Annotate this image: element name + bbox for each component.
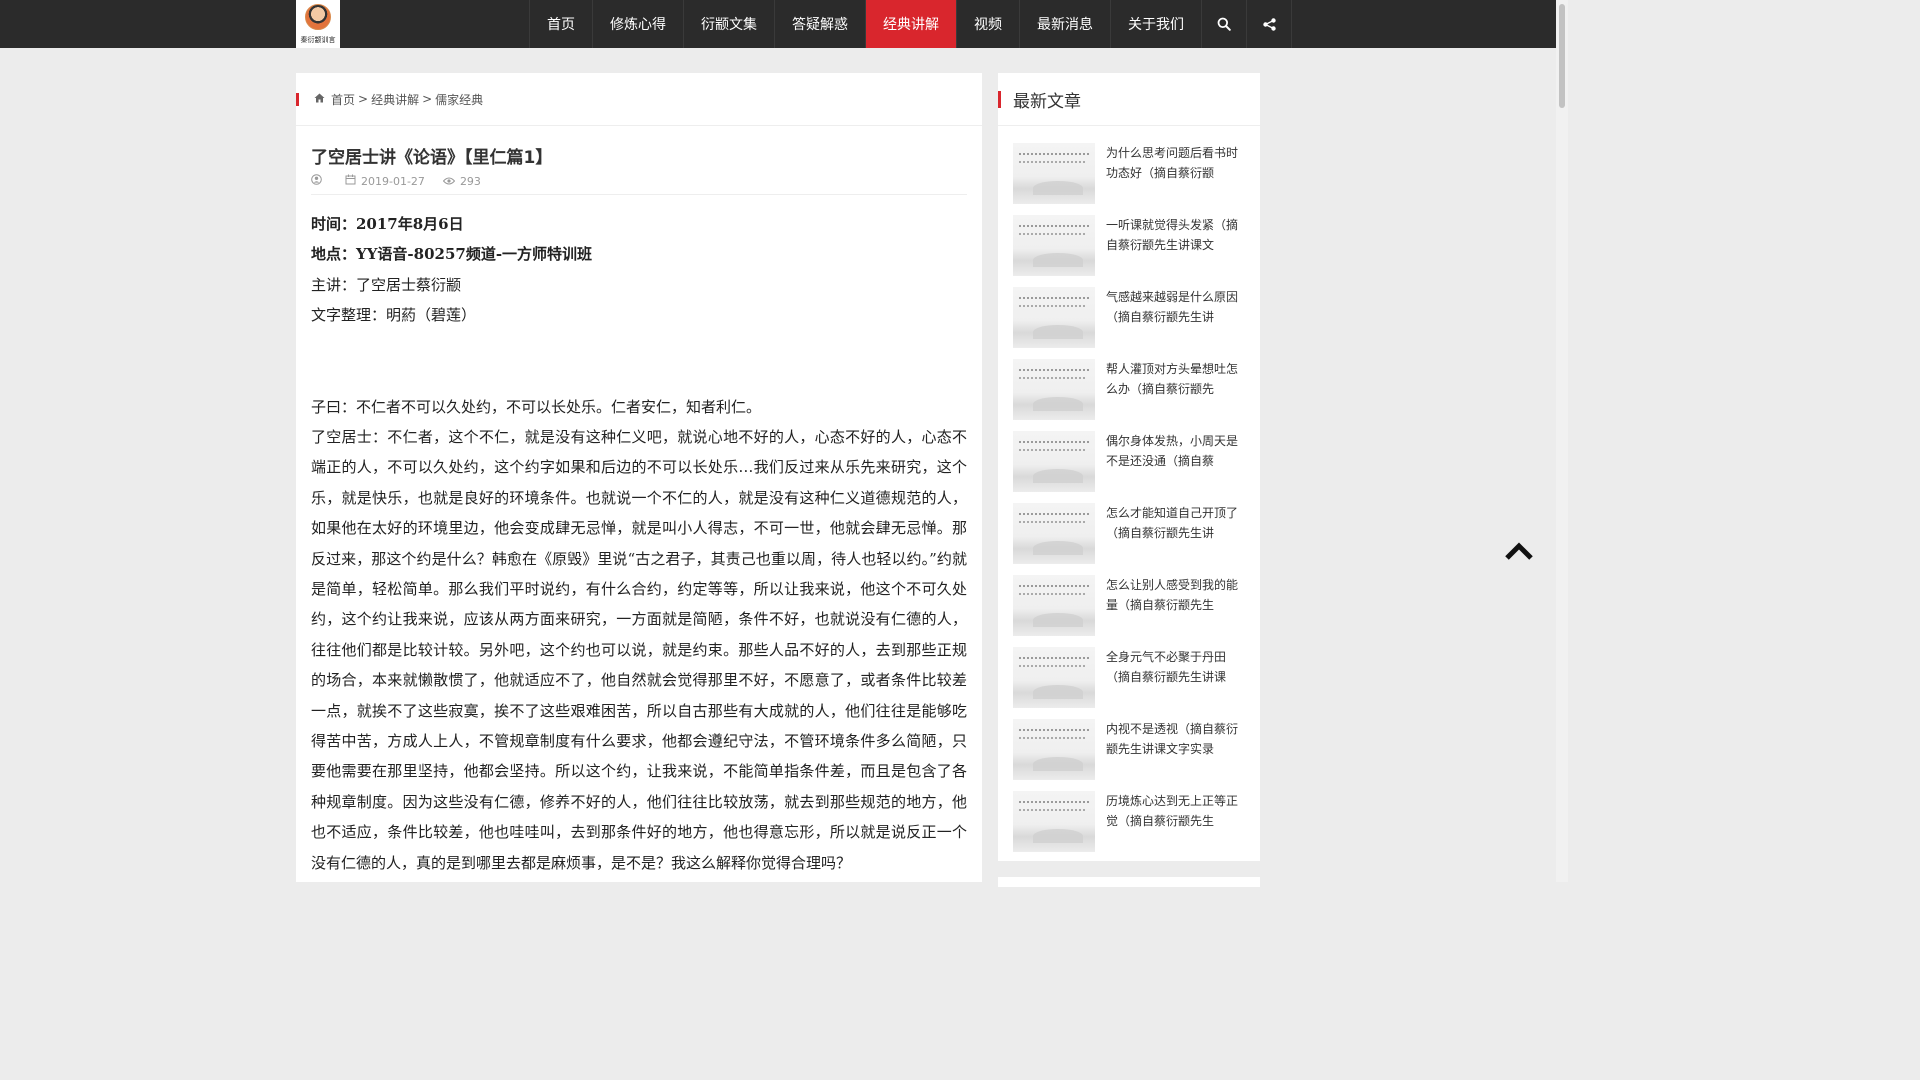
meta-divider [311,194,967,195]
sidebar-heading: 最新文章 [998,73,1260,126]
article-meta: 2019-01-27 293 [311,174,499,188]
latest-article-item[interactable]: 全身元气不必聚于丹田（摘自蔡衍颛先生讲课 [1013,647,1247,719]
nav-item-about[interactable]: 关于我们 [1111,0,1202,48]
main-nav: 首页 修炼心得 衍颛文集 答疑解惑 经典讲解 视频 最新消息 关于我们 [529,0,1292,48]
nav-item-classics[interactable]: 经典讲解 [866,0,957,48]
latest-article-item[interactable]: 历境炼心达到无上正等正觉（摘自蔡衍颛先生 [1013,791,1247,863]
article-views: 293 [459,174,481,188]
share-button[interactable] [1247,0,1292,48]
latest-article-item[interactable]: 为什么思考问题后看书时功态好（摘自蔡衍颛 [1013,143,1247,215]
page-scrollbar[interactable] [1556,0,1568,882]
breadcrumb-home[interactable]: 首页 [331,91,355,108]
views-meta: 293 [442,174,481,188]
commentary-paragraph: 了空居士：不仁者，这个不仁，就是没有这种仁义吧，就说心地不好的人，心态不好的人，… [311,427,967,872]
article-title: 了空居士讲《论语》【里仁篇1】 [311,148,553,168]
latest-article-title[interactable]: 气感越来越弱是什么原因（摘自蔡衍颛先生讲 [1106,288,1247,327]
logo-portrait [305,4,331,30]
breadcrumb-section[interactable]: 经典讲解 [371,91,419,108]
nav-item-video[interactable]: 视频 [957,0,1020,48]
article-body: 时间：2017年8月6日 地点：YY语音-80257频道-一方师特训班 主讲：了… [311,209,967,878]
article-thumbnail[interactable] [1013,143,1095,204]
analects-quote: 子曰：不仁者不可以久处约，不可以长处乐。仁者安仁，知者利仁。 [311,397,762,416]
latest-article-title[interactable]: 偶尔身体发热，小周天是不是还没通（摘自蔡 [1106,432,1247,471]
nav-item-news[interactable]: 最新消息 [1020,0,1111,48]
nav-item-qa[interactable]: 答疑解惑 [775,0,866,48]
sidebar-next-panel [998,877,1260,887]
search-button[interactable] [1202,0,1247,48]
sidebar-latest-articles: 最新文章 为什么思考问题后看书时功态好（摘自蔡衍颛 一听课就觉得头发紧（摘自蔡衍… [998,73,1260,861]
logo-text: 秦衍颛训言 [300,36,336,44]
article-thumbnail[interactable] [1013,431,1095,492]
latest-article-title[interactable]: 帮人灌顶对方头晕想吐怎么办（摘自蔡衍颛先 [1106,360,1247,399]
chevron-up-icon [1505,542,1533,560]
latest-article-title[interactable]: 怎么才能知道自己开顶了（摘自蔡衍颛先生讲 [1106,504,1247,543]
latest-article-item[interactable]: 内视不是透视（摘自蔡衍颛先生讲课文字实录 [1013,719,1247,791]
back-to-top-button[interactable] [1505,540,1533,562]
article-editor: 文字整理：明葯（碧莲） [311,306,477,325]
search-icon [1217,17,1231,31]
latest-article-title[interactable]: 历境炼心达到无上正等正觉（摘自蔡衍颛先生 [1106,792,1247,831]
article-location: 地点：YY语音-80257频道-一方师特训班 [311,245,593,264]
home-icon [314,93,325,106]
article-time: 时间：2017年8月6日 [311,215,464,233]
latest-article-item[interactable]: 怎么让别人感受到我的能量（摘自蔡衍颛先生 [1013,575,1247,647]
article-thumbnail[interactable] [1013,647,1095,708]
latest-article-list: 为什么思考问题后看书时功态好（摘自蔡衍颛 一听课就觉得头发紧（摘自蔡衍颛先生讲课… [1013,143,1247,863]
breadcrumb-separator: > [422,92,433,106]
article-thumbnail[interactable] [1013,719,1095,780]
nav-item-practice-notes[interactable]: 修炼心得 [593,0,684,48]
calendar-icon [345,174,356,188]
latest-article-title[interactable]: 为什么思考问题后看书时功态好（摘自蔡衍颛 [1106,144,1247,183]
breadcrumb: 首页 > 经典讲解 > 儒家经典 [296,73,982,126]
eye-icon [442,175,456,188]
nav-item-home[interactable]: 首页 [530,0,593,48]
share-icon [1262,17,1276,31]
site-logo[interactable]: 秦衍颛训言 [296,0,340,48]
latest-article-item[interactable]: 偶尔身体发热，小周天是不是还没通（摘自蔡 [1013,431,1247,503]
latest-article-title[interactable]: 怎么让别人感受到我的能量（摘自蔡衍颛先生 [1106,576,1247,615]
latest-article-item[interactable]: 帮人灌顶对方头晕想吐怎么办（摘自蔡衍颛先 [1013,359,1247,431]
latest-article-item[interactable]: 气感越来越弱是什么原因（摘自蔡衍颛先生讲 [1013,287,1247,359]
article-speaker: 主讲：了空居士蔡衍颛 [311,275,462,294]
date-meta: 2019-01-27 [345,174,425,188]
article-thumbnail[interactable] [1013,503,1095,564]
latest-article-title[interactable]: 一听课就觉得头发紧（摘自蔡衍颛先生讲课文 [1106,216,1247,255]
nav-item-collected-works[interactable]: 衍颛文集 [684,0,775,48]
latest-article-item[interactable]: 一听课就觉得头发紧（摘自蔡衍颛先生讲课文 [1013,215,1247,287]
article-date: 2019-01-27 [361,174,425,188]
latest-article-item[interactable]: 怎么才能知道自己开顶了（摘自蔡衍颛先生讲 [1013,503,1247,575]
author-meta [311,174,327,188]
breadcrumb-separator: > [358,92,369,106]
article-thumbnail[interactable] [1013,575,1095,636]
article-thumbnail[interactable] [1013,359,1095,420]
latest-article-title[interactable]: 全身元气不必聚于丹田（摘自蔡衍颛先生讲课 [1106,648,1247,687]
user-icon [311,174,322,188]
breadcrumb-current[interactable]: 儒家经典 [435,91,483,108]
article-thumbnail[interactable] [1013,287,1095,348]
article-thumbnail[interactable] [1013,215,1095,276]
scrollbar-thumb[interactable] [1559,4,1565,108]
article-thumbnail[interactable] [1013,791,1095,852]
article-panel: 首页 > 经典讲解 > 儒家经典 了空居士讲《论语》【里仁篇1】 2019-01… [296,73,982,882]
latest-article-title[interactable]: 内视不是透视（摘自蔡衍颛先生讲课文字实录 [1106,720,1247,759]
top-nav-bar: 秦衍颛训言 首页 修炼心得 衍颛文集 答疑解惑 经典讲解 视频 最新消息 关于我… [0,0,1556,48]
